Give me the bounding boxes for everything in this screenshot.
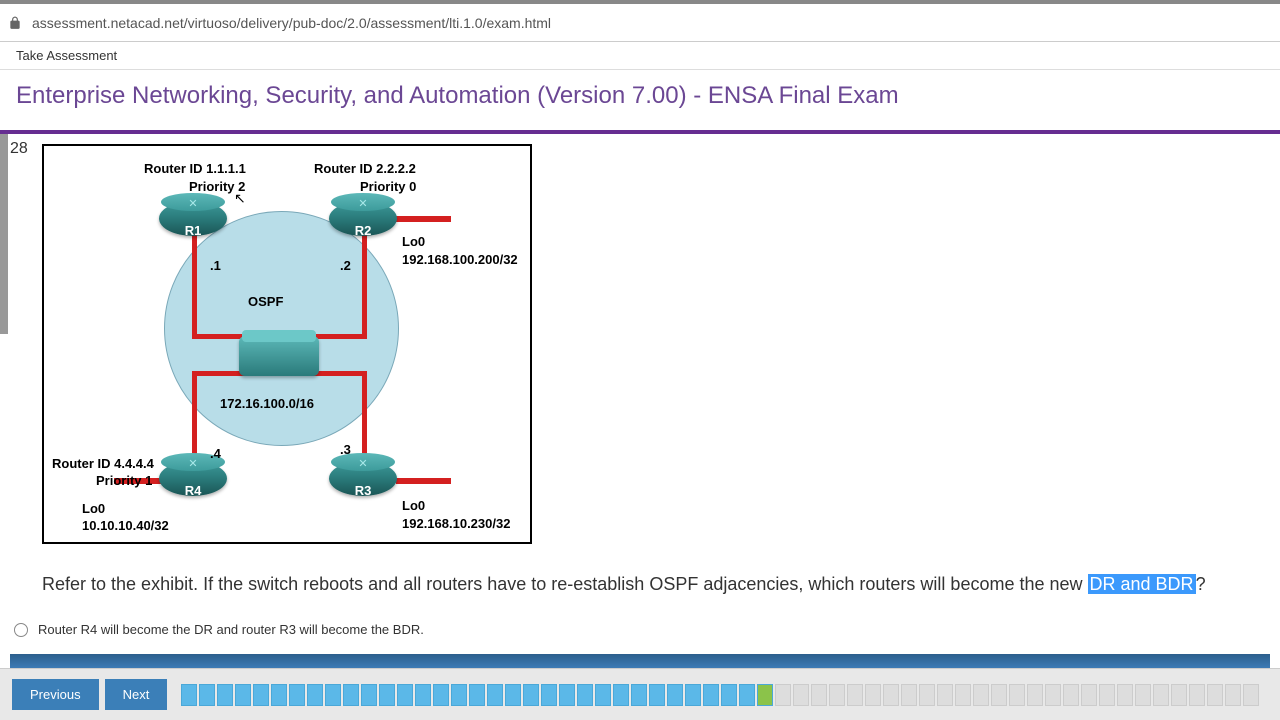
progress-box[interactable] [775, 684, 791, 706]
router-r1: ✕R1 [159, 201, 227, 236]
question-text: Refer to the exhibit. If the switch rebo… [42, 572, 1242, 597]
router-r2: ✕R2 [329, 201, 397, 236]
progress-box[interactable] [991, 684, 1007, 706]
progress-box[interactable] [397, 684, 413, 706]
progress-box[interactable] [217, 684, 233, 706]
next-button[interactable]: Next [105, 679, 168, 710]
radio-button[interactable] [14, 623, 28, 637]
answer-text: Router R4 will become the DR and router … [38, 622, 424, 637]
progress-box[interactable] [847, 684, 863, 706]
progress-box[interactable] [919, 684, 935, 706]
exhibit-diagram: ✕R1 ✕R2 ✕R3 ✕R4 Router ID 1.1.1.1 Priori… [42, 144, 532, 544]
progress-box[interactable] [343, 684, 359, 706]
exam-title: Enterprise Networking, Security, and Aut… [0, 70, 1280, 122]
progress-box[interactable] [595, 684, 611, 706]
scrollbar[interactable] [0, 134, 8, 334]
progress-box[interactable] [1171, 684, 1187, 706]
progress-box[interactable] [793, 684, 809, 706]
progress-box[interactable] [955, 684, 971, 706]
progress-box[interactable] [865, 684, 881, 706]
progress-box[interactable] [1225, 684, 1241, 706]
progress-box[interactable] [289, 684, 305, 706]
progress-box[interactable] [451, 684, 467, 706]
progress-box[interactable] [649, 684, 665, 706]
progress-box[interactable] [181, 684, 197, 706]
progress-box[interactable] [523, 684, 539, 706]
progress-box[interactable] [487, 684, 503, 706]
progress-box[interactable] [469, 684, 485, 706]
progress-box[interactable] [1081, 684, 1097, 706]
question-number: 28 [10, 140, 28, 158]
take-assessment-label: Take Assessment [0, 42, 1280, 70]
progress-box[interactable] [361, 684, 377, 706]
router-r4: ✕R4 [159, 461, 227, 496]
progress-box[interactable] [271, 684, 287, 706]
progress-box[interactable] [325, 684, 341, 706]
cursor-icon: ↖ [234, 190, 246, 207]
progress-box[interactable] [829, 684, 845, 706]
progress-box[interactable] [883, 684, 899, 706]
previous-button[interactable]: Previous [12, 679, 99, 710]
progress-box[interactable] [505, 684, 521, 706]
progress-box[interactable] [739, 684, 755, 706]
progress-box[interactable] [757, 684, 773, 706]
progress-box[interactable] [1135, 684, 1151, 706]
progress-box[interactable] [811, 684, 827, 706]
url-bar: assessment.netacad.net/virtuoso/delivery… [0, 4, 1280, 42]
router-r3: ✕R3 [329, 461, 397, 496]
progress-box[interactable] [1189, 684, 1205, 706]
progress-box[interactable] [631, 684, 647, 706]
progress-box[interactable] [1243, 684, 1259, 706]
progress-box[interactable] [721, 684, 737, 706]
url-text: assessment.netacad.net/virtuoso/delivery… [32, 15, 551, 31]
progress-box[interactable] [307, 684, 323, 706]
progress-box[interactable] [1207, 684, 1223, 706]
progress-box[interactable] [199, 684, 215, 706]
footer: Previous Next [0, 668, 1280, 720]
divider [0, 130, 1280, 134]
progress-box[interactable] [1027, 684, 1043, 706]
progress-divider [10, 654, 1270, 668]
progress-box[interactable] [235, 684, 251, 706]
progress-box[interactable] [577, 684, 593, 706]
progress-box[interactable] [1099, 684, 1115, 706]
lock-icon [8, 16, 22, 30]
progress-box[interactable] [433, 684, 449, 706]
progress-box[interactable] [253, 684, 269, 706]
progress-boxes[interactable] [181, 684, 1259, 706]
progress-box[interactable] [667, 684, 683, 706]
progress-box[interactable] [937, 684, 953, 706]
progress-box[interactable] [703, 684, 719, 706]
progress-box[interactable] [541, 684, 557, 706]
progress-box[interactable] [901, 684, 917, 706]
progress-box[interactable] [415, 684, 431, 706]
progress-box[interactable] [1063, 684, 1079, 706]
progress-box[interactable] [1045, 684, 1061, 706]
progress-box[interactable] [1117, 684, 1133, 706]
progress-box[interactable] [973, 684, 989, 706]
switch [239, 336, 319, 376]
progress-box[interactable] [559, 684, 575, 706]
progress-box[interactable] [685, 684, 701, 706]
progress-box[interactable] [1153, 684, 1169, 706]
progress-box[interactable] [613, 684, 629, 706]
answer-option-1[interactable]: Router R4 will become the DR and router … [14, 622, 424, 637]
progress-box[interactable] [1009, 684, 1025, 706]
progress-box[interactable] [379, 684, 395, 706]
